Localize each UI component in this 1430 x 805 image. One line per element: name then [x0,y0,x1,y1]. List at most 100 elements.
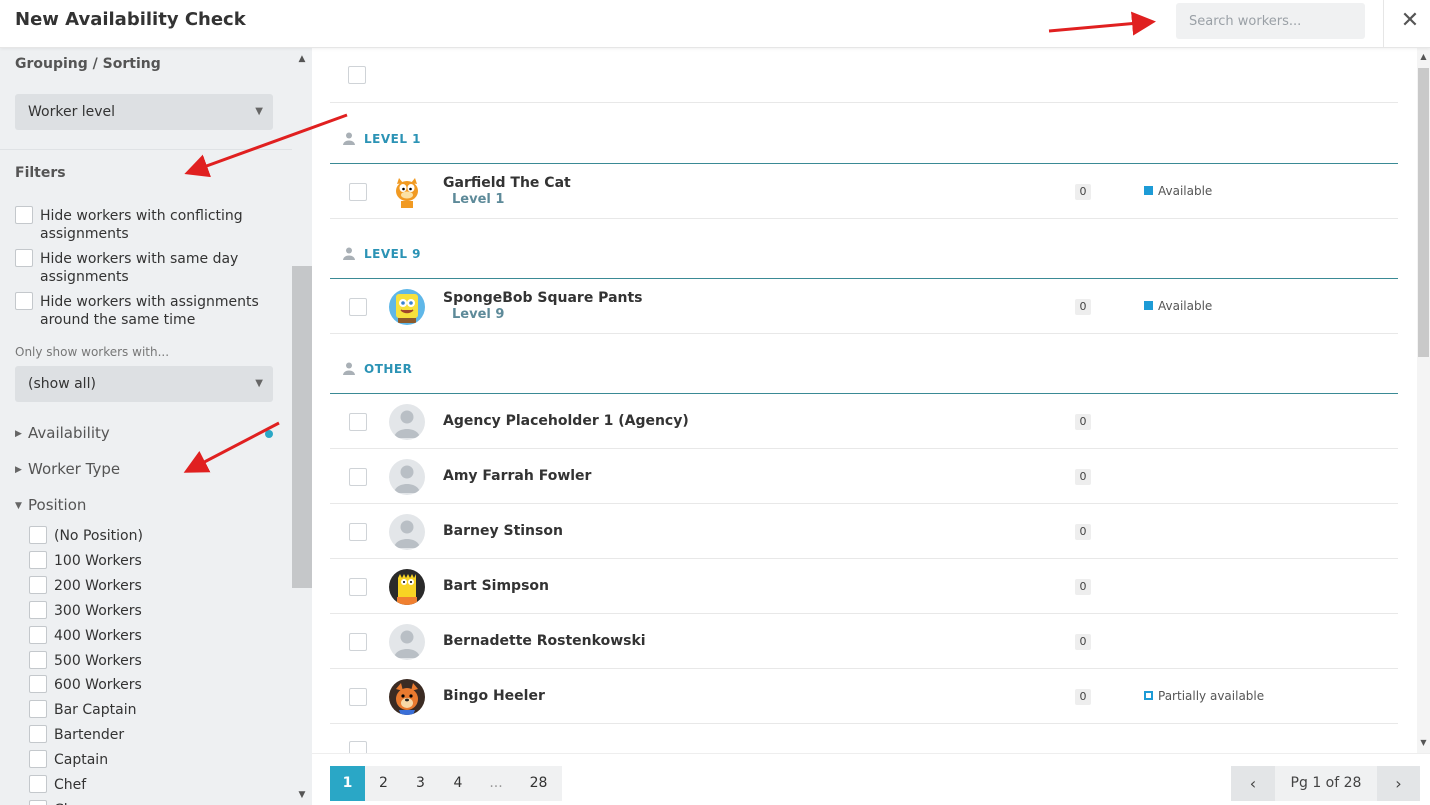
avatar [389,678,425,715]
group-divider [330,278,1398,279]
position-checkbox[interactable] [29,650,47,669]
header-divider [1383,0,1384,48]
group-label: OTHER [364,362,413,376]
position-checkbox[interactable] [29,775,47,793]
select-all-checkbox[interactable] [348,66,366,84]
row-divider [330,333,1398,334]
only-show-label: Only show workers with... [15,345,170,359]
page-button-2[interactable]: 2 [365,766,402,801]
position-label: 600 Workers [54,677,142,694]
availability-status: Available [1144,184,1212,198]
worker-name[interactable]: Bingo Heeler [443,688,545,704]
assignment-count-badge: 0 [1075,633,1091,650]
page-button-3[interactable]: 3 [402,766,439,801]
position-checkbox[interactable] [29,526,47,544]
worker-level: Level 9 [452,306,505,322]
only-show-select-value: (show all) [28,376,96,392]
worker-name[interactable]: SpongeBob Square Pants [443,290,643,306]
group-header: LEVEL 1 [342,131,421,146]
worker-checkbox[interactable] [349,467,367,486]
worker-checkbox[interactable] [349,412,367,431]
scroll-up-icon[interactable]: ▲ [1417,52,1430,61]
worker-name[interactable]: Garfield The Cat [443,175,571,191]
assignment-count-badge: 0 [1075,523,1091,540]
worker-name[interactable]: Bart Simpson [443,578,549,594]
group-divider [330,163,1398,164]
position-checkbox[interactable] [29,625,47,644]
filter-checkbox-same-time[interactable] [15,292,33,310]
availability-status: Available [1144,299,1212,313]
assignment-count-badge: 0 [1075,578,1091,595]
worker-checkbox[interactable] [349,577,367,596]
sidebar-scrollbar[interactable]: ▲ ▼ [292,48,312,805]
assignment-count-badge: 0 [1075,413,1091,430]
chevron-down-icon: ▼ [15,500,22,511]
main-scrollbar[interactable]: ▲ ▼ [1417,48,1430,753]
scroll-down-icon[interactable]: ▼ [1417,738,1430,747]
worker-checkbox[interactable] [349,182,367,201]
position-label: 100 Workers [54,552,142,569]
worker-checkbox[interactable] [349,687,367,706]
filter-label-same-time: Hide workers with assignments around the… [40,294,259,328]
worker-checkbox[interactable] [349,741,367,753]
scroll-up-icon[interactable]: ▲ [292,54,312,64]
position-checkbox[interactable] [29,799,47,805]
scroll-down-icon[interactable]: ▼ [292,790,312,800]
scrollbar-thumb[interactable] [292,266,312,588]
next-page-icon[interactable]: › [1377,766,1420,801]
status-text: Partially available [1158,688,1265,703]
search-input[interactable] [1176,3,1365,39]
section-worker-type[interactable]: ▶ Worker Type [15,460,120,478]
worker-name[interactable]: Bernadette Rostenkowski [443,633,646,649]
close-icon[interactable]: ✕ [1400,8,1420,34]
filter-checkbox-conflicting[interactable] [15,206,33,224]
worker-checkbox[interactable] [349,522,367,541]
position-checkbox[interactable] [29,550,47,569]
chevron-right-icon: ▶ [15,464,22,475]
divider [330,102,1398,103]
assignment-count-badge: 0 [1075,468,1091,485]
position-label: 500 Workers [54,652,142,669]
grouping-title: Grouping / Sorting [15,56,161,72]
group-label: LEVEL 1 [364,132,422,146]
section-availability[interactable]: ▶ Availability [15,424,110,442]
page-button-1[interactable]: 1 [330,766,365,801]
position-checkbox[interactable] [29,575,47,594]
prev-page-icon[interactable]: ‹ [1231,766,1275,801]
group-label: LEVEL 9 [364,247,422,261]
position-checkbox[interactable] [29,750,47,769]
page-button-4[interactable]: 4 [439,766,477,801]
section-label: Worker Type [28,460,121,478]
avatar [389,623,425,660]
row-divider [330,448,1398,449]
row-divider [330,613,1398,614]
position-label: 300 Workers [54,602,142,619]
position-label: Captain [54,752,109,769]
worker-checkbox[interactable] [349,632,367,651]
position-checkbox[interactable] [29,700,47,719]
row-divider [330,668,1398,669]
available-status-icon [1144,300,1153,310]
filter-sidebar: Grouping / Sorting Worker level ▼ Filter… [0,48,312,805]
section-position[interactable]: ▼ Position [15,496,86,514]
person-icon [342,362,364,376]
page-title: New Availability Check [15,9,246,30]
position-checkbox[interactable] [29,725,47,744]
scrollbar-thumb[interactable] [1418,68,1429,357]
worker-checkbox[interactable] [349,297,367,316]
page-button-28[interactable]: 28 [515,766,562,801]
position-label: 200 Workers [54,577,142,594]
row-divider [330,723,1398,724]
position-checkbox[interactable] [29,675,47,694]
active-filter-indicator [265,430,273,438]
only-show-select[interactable]: (show all) ▼ [15,366,273,402]
avatar [389,458,425,495]
worker-name[interactable]: Amy Farrah Fowler [443,468,591,484]
filters-title: Filters [15,165,66,181]
grouping-select[interactable]: Worker level ▼ [15,94,273,130]
position-checkbox[interactable] [29,600,47,619]
worker-name[interactable]: Agency Placeholder 1 (Agency) [443,413,689,429]
filter-checkbox-same-day[interactable] [15,249,33,267]
worker-name[interactable]: Barney Stinson [443,523,563,539]
position-label: (No Position) [54,528,143,544]
